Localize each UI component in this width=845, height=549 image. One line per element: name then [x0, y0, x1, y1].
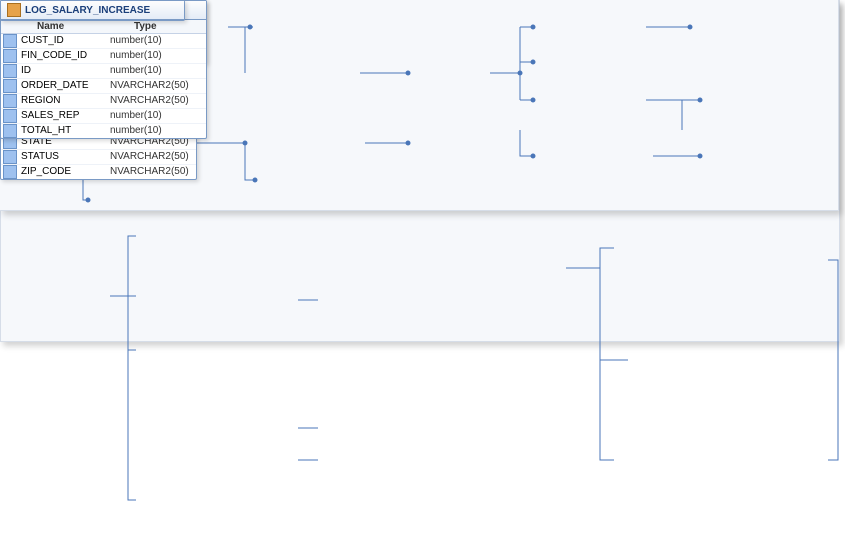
table-row: IDnumber(10) — [1, 63, 206, 78]
table-row: ZIP_CODENVARCHAR2(50) — [1, 164, 196, 179]
table-row: ORDER_DATENVARCHAR2(50) — [1, 78, 206, 93]
column-icon — [3, 49, 17, 63]
column-icon — [3, 124, 17, 138]
column-icon — [3, 34, 17, 48]
column-icon — [3, 109, 17, 123]
column-icon — [3, 165, 17, 179]
table-row: SALES_REPnumber(10) — [1, 108, 206, 123]
column-icon — [3, 94, 17, 108]
table-row: FIN_CODE_IDnumber(10) — [1, 48, 206, 63]
column-icon — [3, 150, 17, 164]
column-icon — [3, 79, 17, 93]
log-salary-increase-table[interactable]: LOG_SALARY_INCREASE — [0, 0, 185, 21]
column-icon — [3, 64, 17, 78]
table-row: STATUSNVARCHAR2(50) — [1, 149, 196, 164]
table-row: CUST_IDnumber(10) — [1, 34, 206, 48]
table-row: TOTAL_HTnumber(10) — [1, 123, 206, 138]
table-row: REGIONNVARCHAR2(50) — [1, 93, 206, 108]
procedure-icon — [7, 3, 21, 17]
